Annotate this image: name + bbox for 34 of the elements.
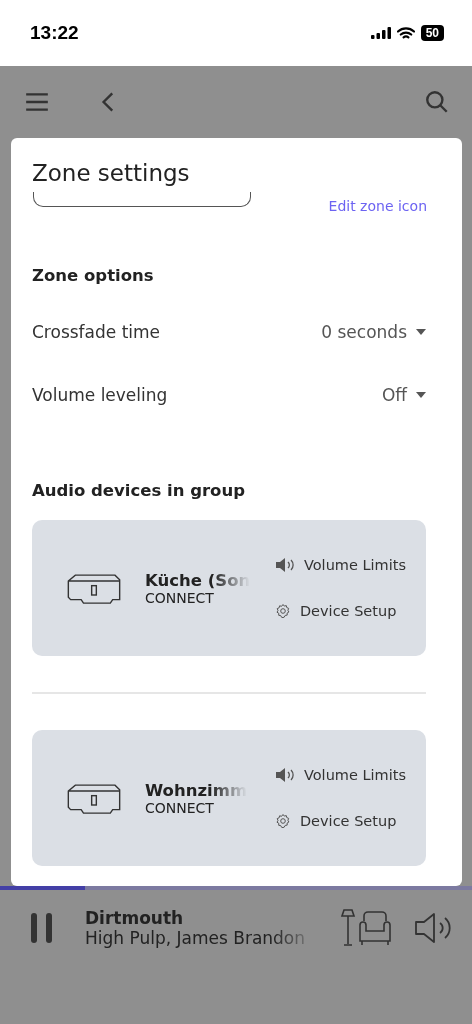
section-heading: Zone options: [32, 266, 155, 285]
edit-zone-icon-link[interactable]: Edit zone icon: [328, 198, 427, 214]
dialog-title: Zone settings: [32, 160, 191, 186]
device-model: CONNECT: [145, 589, 215, 606]
speaker-icon: [274, 767, 295, 783]
pause-icon[interactable]: [30, 912, 54, 944]
signal-icon: [370, 27, 391, 39]
speaker-device-icon: [66, 781, 122, 815]
device-model: CONNECT: [145, 799, 215, 816]
device-name: Wohnzimm: [145, 780, 248, 800]
device-action-link[interactable]: Volume Limits: [274, 767, 406, 783]
settings-icon: [274, 813, 291, 829]
settings-icon: [274, 603, 291, 619]
search-icon[interactable]: [424, 89, 450, 115]
device-action-link[interactable]: Device Setup: [274, 813, 406, 829]
name-field[interactable]: [33, 192, 251, 207]
wifi-icon: [396, 26, 415, 40]
section-heading: Audio devices in group: [32, 481, 246, 500]
option-label: Crossfade time: [32, 321, 161, 342]
option-dropdown[interactable]: Off: [381, 384, 426, 405]
speaker-icon: [274, 557, 295, 573]
track-artist: High Pulp, James Brandon: [85, 928, 306, 948]
option-label: Volume leveling: [32, 384, 168, 405]
caret-icon: [416, 391, 426, 398]
caret-icon: [416, 328, 426, 335]
device-action-link[interactable]: Volume Limits: [274, 557, 406, 573]
volume-icon[interactable]: [414, 912, 454, 944]
track-title: Dirtmouth: [85, 908, 185, 928]
device-action-link[interactable]: Device Setup: [274, 603, 406, 619]
battery-level: 50: [420, 25, 444, 41]
option-dropdown[interactable]: 0 seconds: [321, 321, 426, 342]
status-time: 13:22: [30, 22, 79, 44]
device-name: Küche (Son: [145, 570, 251, 590]
speaker-device-icon: [66, 571, 122, 605]
